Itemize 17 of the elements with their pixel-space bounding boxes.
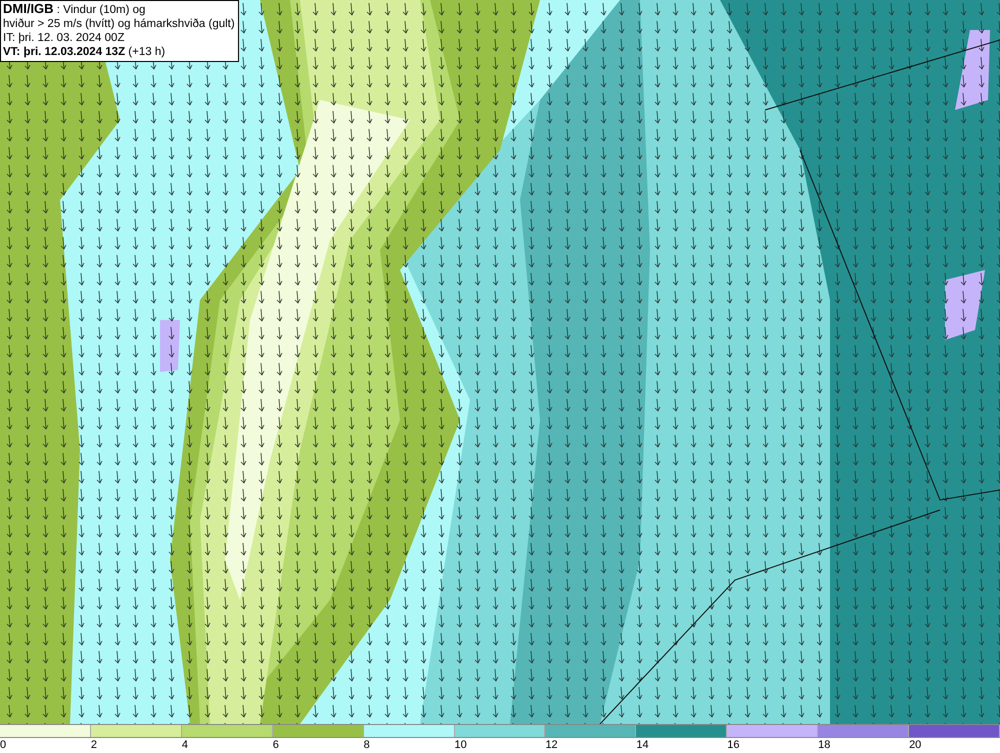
- title-source: DMI/IGB: [3, 1, 54, 16]
- valid-time: VT: þri. 12.03.2024 13Z: [3, 46, 126, 58]
- title-text: hviður > 25 m/s (hvítt) og hámarkshviða (gult): [3, 18, 235, 30]
- title-text: IT: þri. 12. 03. 2024 00Z: [3, 32, 124, 44]
- tick-label: 12: [545, 739, 558, 751]
- lead-time: (+13 h): [127, 46, 166, 58]
- tick-label: 2: [90, 739, 98, 751]
- tick-label: 18: [818, 739, 830, 751]
- tick-label: 14: [636, 739, 649, 751]
- tick-label: 0: [0, 739, 6, 751]
- tick-label: 6: [272, 739, 279, 751]
- tick-label: 20: [909, 739, 922, 751]
- tick-label: 8: [364, 739, 370, 751]
- tick-label: 10: [454, 739, 467, 751]
- title-text: : Vindur (10m) og: [56, 4, 146, 16]
- tick-label: 4: [182, 739, 188, 751]
- tick-label: 16: [727, 739, 740, 751]
